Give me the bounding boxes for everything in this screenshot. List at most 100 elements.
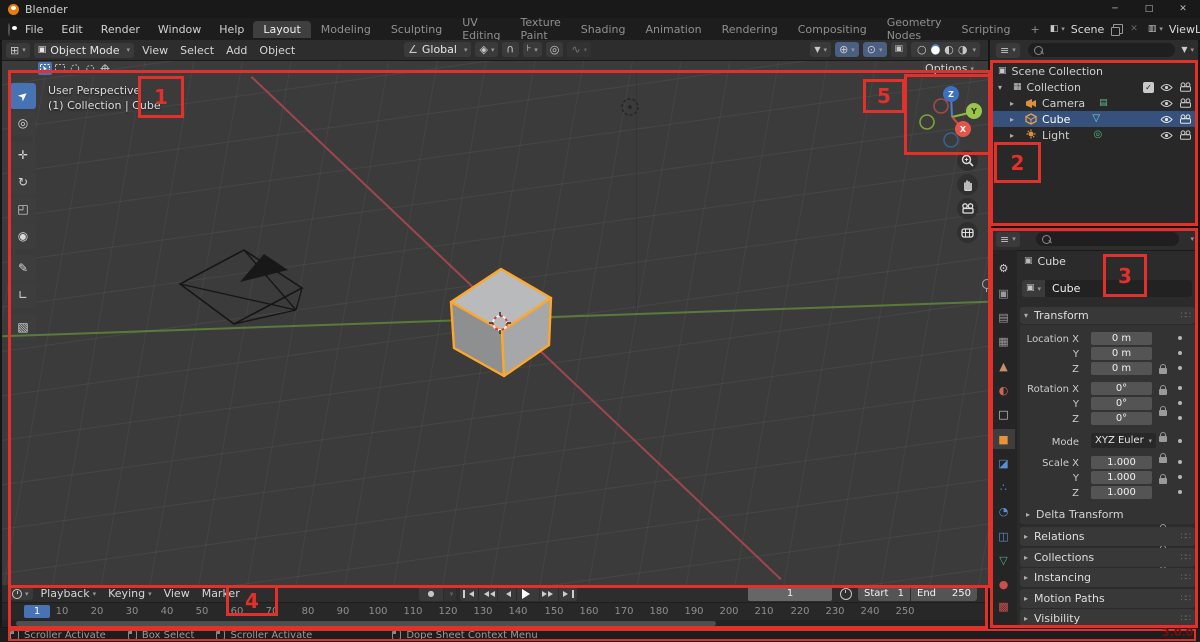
- camera-view-button[interactable]: [957, 198, 978, 219]
- outliner-search-input[interactable]: [1027, 43, 1176, 57]
- rotation-x-field[interactable]: 0°: [1091, 382, 1152, 395]
- outliner-row-collection[interactable]: ▾ ▦ Collection ✓: [990, 79, 1198, 95]
- timeline-ruler[interactable]: 1 10 20 30 40 50 60 70 80 90 100 110 120…: [2, 602, 988, 621]
- location-y-field[interactable]: 0 m: [1091, 347, 1152, 360]
- current-frame-field[interactable]: 1: [748, 586, 832, 601]
- outliner-row-light[interactable]: ▸ Light ◎: [990, 127, 1198, 143]
- location-x-field[interactable]: 0 m: [1091, 332, 1152, 345]
- cursor-tool-variant[interactable]: [98, 62, 112, 75]
- camera-object[interactable]: [170, 240, 315, 335]
- viewlayer-selector[interactable]: ▥ ▾ ViewLayer ✕: [1148, 23, 1200, 36]
- animate-dot-icon[interactable]: [1178, 439, 1182, 443]
- panel-grip-icon[interactable]: ∷∷: [1181, 553, 1192, 563]
- tab-object-data[interactable]: ▽: [992, 550, 1015, 570]
- menu-help[interactable]: Help: [210, 23, 253, 36]
- viewlayer-name[interactable]: ViewLayer: [1169, 23, 1200, 36]
- navigation-gizmo[interactable]: Z Y X: [908, 78, 988, 152]
- properties-search-input[interactable]: [1035, 232, 1180, 246]
- jump-to-start-button[interactable]: [460, 586, 478, 601]
- object-visibility-selector[interactable]: ▼ ▾: [810, 42, 832, 57]
- orthographic-toggle-button[interactable]: [957, 222, 978, 243]
- outliner-row-camera[interactable]: ▸ Camera ▤: [990, 95, 1198, 111]
- location-z-field[interactable]: 0 m: [1091, 362, 1152, 375]
- tab-scene[interactable]: ▲: [992, 356, 1015, 376]
- tab-object[interactable]: ■: [992, 429, 1015, 449]
- tab-render[interactable]: ▣: [992, 283, 1015, 303]
- pan-hand-button[interactable]: [957, 174, 978, 195]
- animate-dot-icon[interactable]: [1178, 460, 1182, 464]
- timeline-menu-marker[interactable]: Marker: [196, 585, 246, 602]
- rotation-y-field[interactable]: 0°: [1091, 397, 1152, 410]
- close-button[interactable]: ✕: [1166, 0, 1200, 18]
- disclosure-open-icon[interactable]: ▾: [998, 83, 1008, 92]
- scale-z-field[interactable]: 1.000: [1091, 486, 1152, 499]
- options-dropdown[interactable]: Options ▾: [925, 62, 974, 75]
- panel-motion-paths[interactable]: ▸ Motion Paths ∷∷: [1020, 589, 1195, 608]
- animate-dot-icon[interactable]: [1178, 351, 1182, 355]
- lock-icon[interactable]: [1159, 364, 1167, 374]
- minimize-button[interactable]: ─: [1098, 0, 1132, 18]
- panel-relations[interactable]: ▸ Relations ∷∷: [1020, 527, 1195, 546]
- panel-grip-icon[interactable]: ∷∷: [1181, 532, 1192, 542]
- gizmos-toggle[interactable]: ⊕ ▾: [835, 42, 859, 57]
- transform-tool-button[interactable]: ◉: [10, 223, 36, 249]
- disable-render-camera-icon[interactable]: [1179, 130, 1192, 140]
- panel-grip-icon[interactable]: ∷∷: [1181, 594, 1192, 604]
- viewport-menu-view[interactable]: View: [136, 40, 174, 60]
- workspace-tab-animation[interactable]: Animation: [635, 21, 711, 38]
- viewport-menu-select[interactable]: Select: [174, 40, 220, 60]
- pin-icon[interactable]: [982, 279, 992, 292]
- animate-dot-icon[interactable]: [1178, 416, 1182, 420]
- timeline-menu-view[interactable]: View: [158, 585, 196, 602]
- rotation-mode-select[interactable]: XYZ Euler ▾: [1091, 433, 1156, 448]
- outliner-item-label[interactable]: Collection: [1027, 81, 1081, 94]
- object-id-selector[interactable]: ▣ ▾: [1022, 280, 1046, 297]
- breadcrumb-object-name[interactable]: Cube: [1038, 255, 1066, 268]
- timeline-menu-keying[interactable]: Keying ▾: [102, 585, 157, 602]
- proportional-editing-toggle[interactable]: ◎: [545, 42, 564, 57]
- workspace-tab-scripting[interactable]: Scripting: [952, 21, 1021, 38]
- editor-type-selector[interactable]: ⊞ ▾: [6, 42, 30, 58]
- scene-name[interactable]: Scene: [1071, 23, 1105, 36]
- prev-keyframe-button[interactable]: [479, 586, 497, 601]
- tab-output[interactable]: ▤: [992, 307, 1015, 327]
- disable-render-camera-icon[interactable]: [1179, 114, 1192, 124]
- scale-tool-button[interactable]: ◰: [10, 196, 36, 222]
- panel-grip-icon[interactable]: ∷∷: [1181, 311, 1192, 321]
- outliner-item-label[interactable]: Scene Collection: [1012, 65, 1103, 78]
- snap-target-selector[interactable]: ⊦ ▾: [522, 42, 542, 57]
- timeline-scrollbar-handle[interactable]: [16, 621, 716, 626]
- outliner-display-mode[interactable]: ≡ ▾: [996, 42, 1020, 58]
- panel-grip-icon[interactable]: ∷∷: [1181, 573, 1192, 583]
- pivot-point-selector[interactable]: ◈ ▾: [475, 42, 499, 57]
- workspace-tab-rendering[interactable]: Rendering: [712, 21, 788, 38]
- tab-material[interactable]: ●: [992, 574, 1015, 594]
- use-preview-range-icon[interactable]: [840, 587, 852, 600]
- hide-eye-icon[interactable]: [1160, 99, 1173, 108]
- shading-rendered-icon[interactable]: ◑: [958, 44, 968, 55]
- outliner-row-scene-collection[interactable]: ▣ Scene Collection: [990, 63, 1198, 79]
- shading-solid-icon[interactable]: ●: [930, 44, 941, 55]
- viewport-3d[interactable]: ⊞ ▾ ▣ Object Mode ▾ View Select Add Obje…: [2, 40, 988, 585]
- maximize-button[interactable]: □: [1132, 0, 1166, 18]
- playhead-frame-badge[interactable]: 1: [24, 605, 50, 618]
- select-box-tool-button[interactable]: ➤: [10, 83, 36, 109]
- hide-eye-icon[interactable]: [1160, 83, 1173, 92]
- new-scene-icon[interactable]: [1111, 24, 1124, 36]
- lock-icon[interactable]: [1159, 474, 1167, 484]
- animate-dot-icon[interactable]: [1178, 490, 1182, 494]
- tab-texture[interactable]: ▩: [992, 596, 1015, 616]
- disclosure-closed-icon[interactable]: ▸: [1010, 115, 1020, 124]
- shading-material-icon[interactable]: ◐: [944, 44, 954, 55]
- light-object[interactable]: [615, 92, 645, 122]
- blender-app-menu-icon[interactable]: [8, 22, 17, 36]
- disable-render-camera-icon[interactable]: [1179, 82, 1192, 92]
- workspace-tab-sculpting[interactable]: Sculpting: [381, 21, 452, 38]
- animate-dot-icon[interactable]: [1178, 401, 1182, 405]
- cube-object[interactable]: [432, 255, 562, 390]
- timeline-menu-playback[interactable]: Playback ▾: [35, 585, 103, 602]
- menu-edit[interactable]: Edit: [52, 23, 91, 36]
- timeline-editor-type[interactable]: ▾: [8, 587, 33, 600]
- orientation-selector[interactable]: ∠ Global ▾: [404, 42, 472, 57]
- rotate-tool-button[interactable]: ↻: [10, 169, 36, 195]
